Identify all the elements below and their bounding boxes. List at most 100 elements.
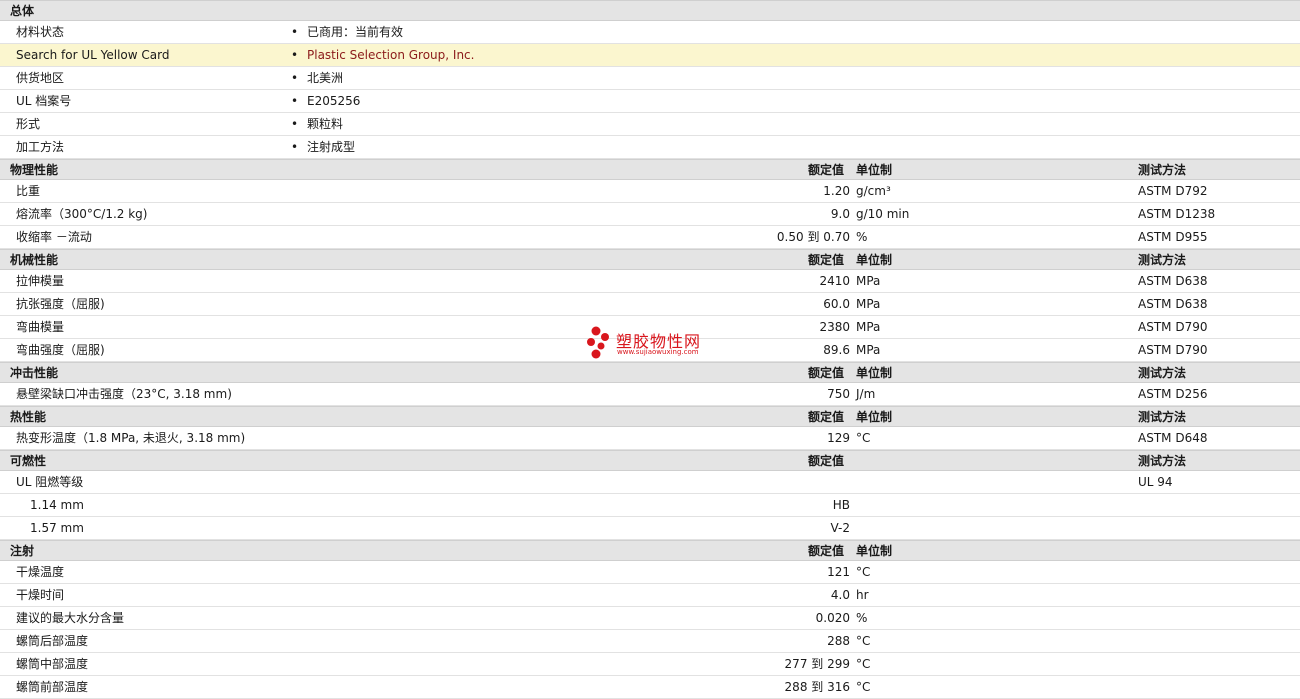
- property-label: 螺筒后部温度: [16, 634, 89, 648]
- row-label: 材料状态: [16, 25, 65, 39]
- property-value: 0.020: [815, 611, 850, 625]
- property-unit: hr: [856, 588, 869, 602]
- property-row: 热变形温度（1.8 MPa, 未退火, 3.18 mm) 129 °C ASTM D6…: [0, 427, 1300, 450]
- property-row: 拉伸模量 2410 MPa ASTM D638: [0, 270, 1300, 293]
- property-value: 750: [827, 387, 850, 401]
- property-test-method: ASTM D1238: [1138, 207, 1216, 221]
- row-label: 加工方法: [16, 140, 65, 154]
- bullet-icon: •: [291, 71, 299, 85]
- property-label: 建议的最大水分含量: [16, 611, 125, 625]
- property-label: 螺筒中部温度: [16, 657, 89, 671]
- bullet-icon: •: [291, 140, 299, 154]
- property-unit: %: [856, 611, 868, 625]
- property-test-method: ASTM D256: [1138, 387, 1208, 401]
- property-value: V-2: [830, 521, 850, 535]
- row-label: UL 档案号: [16, 94, 72, 108]
- property-value: 288: [827, 634, 850, 648]
- property-test-method: ASTM D648: [1138, 431, 1208, 445]
- site-watermark: 塑胶物性网 www.sujiaowuxing.com: [586, 326, 726, 362]
- row-info-value: E205256: [307, 94, 361, 108]
- row-info-value: 北美洲: [307, 71, 344, 85]
- info-row[interactable]: Search for UL Yellow Card • Plastic Select…: [0, 44, 1300, 67]
- row-label: Search for UL Yellow Card: [16, 48, 170, 62]
- nominal-header: 额定值: [808, 366, 845, 380]
- property-unit: °C: [856, 634, 871, 648]
- section-general-header: 总体: [0, 0, 1300, 21]
- bullet-icon: •: [291, 25, 299, 39]
- property-label: 弯曲模量: [16, 320, 65, 334]
- property-row: 干燥温度 121 °C: [0, 561, 1300, 584]
- property-value: 1.20: [823, 184, 850, 198]
- property-unit: g/10 min: [856, 207, 910, 221]
- property-row: UL 阻燃等级 UL 94: [0, 471, 1300, 494]
- property-unit: °C: [856, 680, 871, 694]
- nominal-header: 额定值: [808, 253, 845, 267]
- bullet-icon: •: [291, 48, 299, 62]
- section-title: 热性能: [10, 410, 47, 424]
- property-row: 螺筒后部温度 288 °C: [0, 630, 1300, 653]
- property-value: 0.50 到 0.70: [776, 230, 850, 244]
- property-unit: °C: [856, 657, 871, 671]
- bullet-icon: •: [291, 117, 299, 131]
- property-value: 9.0: [830, 207, 850, 221]
- property-value: 2380: [819, 320, 850, 334]
- property-label: 悬壁梁缺口冲击强度（23°C, 3.18 mm): [16, 387, 232, 401]
- property-label: 收缩率 －流动: [16, 230, 92, 244]
- property-row: 建议的最大水分含量 0.020%: [0, 607, 1300, 630]
- property-label: 弯曲强度（屈服): [16, 343, 105, 357]
- info-row: 形式 • 颗粒料: [0, 113, 1300, 136]
- nominal-header: 额定值: [808, 454, 845, 468]
- section-title: 可燃性: [10, 454, 47, 468]
- property-test-method: ASTM D955: [1138, 230, 1208, 244]
- unit-header: 单位制: [856, 410, 893, 424]
- property-label: 1.14 mm: [30, 498, 84, 512]
- property-label: 热变形温度（1.8 MPa, 未退火, 3.18 mm): [16, 431, 246, 445]
- property-unit: MPa: [856, 274, 881, 288]
- property-value: 288 到 316: [784, 680, 850, 694]
- unit-header: 单位制: [856, 366, 893, 380]
- section-title: 冲击性能: [10, 366, 59, 380]
- info-row: UL 档案号 • E205256: [0, 90, 1300, 113]
- test-method-header: 测试方法: [1138, 253, 1187, 267]
- test-method-header: 测试方法: [1138, 366, 1187, 380]
- property-unit: °C: [856, 431, 871, 445]
- property-row: 1.57 mm V-2: [0, 517, 1300, 540]
- property-test-method: ASTM D638: [1138, 274, 1208, 288]
- property-label: 熔流率（300°C/1.2 kg): [16, 207, 148, 221]
- section-header: 冲击性能 额定值 单位制 测试方法: [0, 362, 1300, 383]
- property-test-method: ASTM D792: [1138, 184, 1208, 198]
- property-sections: 物理性能 额定值 单位制 测试方法 比重 1.20 g/cm³ ASTM D792 熔流率（30…: [0, 159, 1300, 699]
- property-value: 4.0: [830, 588, 850, 602]
- test-method-header: 测试方法: [1138, 454, 1187, 468]
- general-rows: 材料状态 • 已商用：当前有效 Search for UL Yellow Card • P…: [0, 21, 1300, 159]
- section-header: 物理性能 额定值 单位制 测试方法: [0, 159, 1300, 180]
- section-header: 机械性能 额定值 单位制 测试方法: [0, 249, 1300, 270]
- section-title: 机械性能: [10, 253, 59, 267]
- property-label: 干燥温度: [16, 565, 65, 579]
- row-label: 形式: [16, 117, 41, 131]
- supplier-link[interactable]: Plastic Selection Group, Inc.: [307, 44, 474, 66]
- property-row: 螺筒中部温度 277 到 299 °C: [0, 653, 1300, 676]
- property-test-method: ASTM D638: [1138, 297, 1208, 311]
- property-value: 89.6: [823, 343, 850, 357]
- property-value: 277 到 299: [784, 657, 850, 671]
- info-row: 供货地区 • 北美洲: [0, 67, 1300, 90]
- property-test-method: UL 94: [1138, 475, 1173, 489]
- info-row: 材料状态 • 已商用：当前有效: [0, 21, 1300, 44]
- test-method-header: 测试方法: [1138, 163, 1187, 177]
- property-unit: MPa: [856, 320, 881, 334]
- property-row: 比重 1.20 g/cm³ ASTM D792: [0, 180, 1300, 203]
- property-value: 60.0: [823, 297, 850, 311]
- property-row: 悬壁梁缺口冲击强度（23°C, 3.18 mm) 750 J/m ASTM D256: [0, 383, 1300, 406]
- property-row: 收缩率 －流动 0.50 到 0.70% ASTM D955: [0, 226, 1300, 249]
- property-unit: °C: [856, 565, 871, 579]
- property-row: 干燥时间 4.0 hr: [0, 584, 1300, 607]
- property-row: 螺筒前部温度 288 到 316 °C: [0, 676, 1300, 699]
- property-unit: MPa: [856, 297, 881, 311]
- section-title: 注射: [10, 544, 35, 558]
- section-title: 总体: [10, 4, 35, 18]
- bullet-icon: •: [291, 94, 299, 108]
- watermark-url: www.sujiaowuxing.com: [617, 348, 699, 356]
- property-value: 129: [827, 431, 850, 445]
- property-unit: MPa: [856, 343, 881, 357]
